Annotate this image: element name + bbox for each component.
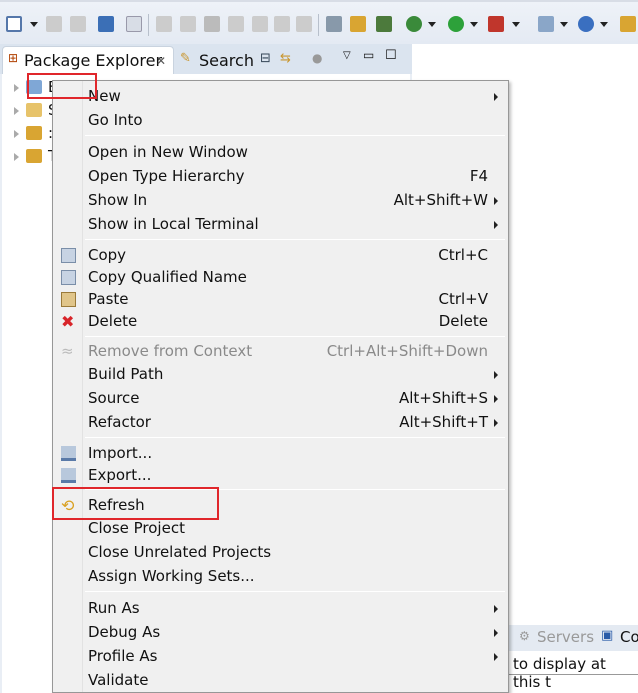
perspective-icon[interactable] (620, 16, 636, 32)
submenu-arrow-icon (494, 629, 498, 637)
menu-item-show-in-local-terminal[interactable]: Show in Local Terminal (53, 213, 508, 236)
maven-project-icon (26, 126, 42, 140)
skip-breakpoints-icon[interactable] (126, 16, 142, 32)
next-annotation-icon[interactable] (326, 16, 342, 32)
console-message: to display at this t (513, 655, 606, 691)
submenu-arrow-icon (494, 93, 498, 101)
prev-annotation-icon[interactable] (350, 16, 366, 32)
menu-item-remove-from-context: ≈ Remove from Context Ctrl+Alt+Shift+Down (61, 342, 488, 360)
menu-item-open-in-new-window[interactable]: Open in New Window (53, 141, 508, 164)
close-icon[interactable]: ✕ (156, 54, 166, 68)
minimize-icon[interactable]: ▭ (363, 48, 374, 62)
terminate-icon[interactable] (204, 16, 220, 32)
remove-context-icon: ≈ (61, 342, 74, 360)
package-explorer-icon: ⊞ (8, 51, 19, 65)
save-all-icon[interactable] (70, 16, 86, 32)
export-icon (61, 468, 76, 483)
paste-icon (61, 292, 76, 307)
save-icon[interactable] (46, 16, 62, 32)
resume-icon[interactable] (156, 16, 172, 32)
servers-icon: ⚙ (519, 629, 530, 643)
menu-item-new[interactable]: New (53, 85, 508, 108)
submenu-arrow-icon (494, 221, 498, 229)
menu-item-export[interactable]: Export... (53, 464, 508, 487)
menu-item-validate[interactable]: Validate (53, 669, 508, 692)
search-icon: ✎ (180, 51, 191, 66)
copy-icon (61, 248, 76, 263)
step-into-icon[interactable] (252, 16, 268, 32)
view-menu-icon[interactable]: ▽ (343, 50, 351, 61)
copy-qualified-icon (61, 270, 76, 285)
context-menu: New Go Into Open in New Window Open Type… (52, 80, 509, 693)
collapse-all-icon[interactable]: ⊟ (260, 51, 271, 66)
menu-item-close-project[interactable]: Close Project (53, 517, 508, 540)
suspend-icon[interactable] (180, 16, 196, 32)
coverage-icon[interactable] (488, 16, 504, 32)
submenu-arrow-icon (494, 605, 498, 613)
folder-icon (26, 103, 42, 117)
maven-project-icon (26, 149, 42, 163)
submenu-arrow-icon (494, 197, 498, 205)
bottom-tab-bar: ⚙ Servers ▣ Co (509, 625, 638, 651)
package-explorer-tab-label[interactable]: Package Explorer (24, 51, 162, 70)
menu-item-import[interactable]: Import... (53, 442, 508, 465)
console-icon[interactable] (98, 16, 114, 32)
step-over-icon[interactable] (274, 16, 290, 32)
new-server-icon[interactable] (538, 16, 554, 32)
menu-item-show-in[interactable]: Show In Alt+Shift+W (53, 189, 508, 212)
focus-icon[interactable]: ● (312, 51, 322, 65)
menu-item-assign-working-sets[interactable]: Assign Working Sets... (53, 565, 508, 588)
tab-servers[interactable]: Servers (537, 628, 594, 646)
menu-item-refactor[interactable]: Refactor Alt+Shift+T (53, 411, 508, 434)
tab-console[interactable]: Co (620, 628, 638, 646)
import-icon (61, 446, 76, 461)
menu-item-source[interactable]: Source Alt+Shift+S (53, 387, 508, 410)
run-icon[interactable] (448, 16, 464, 32)
spring-icon[interactable] (578, 16, 594, 32)
debug-icon[interactable] (406, 16, 422, 32)
menu-item-copy[interactable]: Copy Ctrl+C (53, 244, 508, 267)
menu-item-profile-as[interactable]: Profile As (53, 645, 508, 668)
menu-item-close-unrelated-projects[interactable]: Close Unrelated Projects (53, 541, 508, 564)
delete-icon: ✖ (61, 312, 75, 331)
external-tools-icon[interactable] (376, 16, 392, 32)
highlight-box-refresh (52, 487, 219, 520)
maximize-icon[interactable]: ☐ (385, 48, 397, 63)
new-wizard-icon[interactable] (6, 16, 22, 32)
menu-item-paste[interactable]: Paste Ctrl+V (53, 288, 508, 311)
disconnect-icon[interactable] (228, 16, 244, 32)
menu-item-debug-as[interactable]: Debug As (53, 621, 508, 644)
menu-item-go-into[interactable]: Go Into (53, 109, 508, 132)
link-editor-icon[interactable]: ⇆ (280, 51, 291, 66)
tab-search[interactable]: Search (199, 51, 254, 70)
menu-item-copy-qualified-name[interactable]: Copy Qualified Name (53, 266, 508, 289)
main-toolbar (0, 0, 638, 44)
submenu-arrow-icon (494, 419, 498, 427)
submenu-arrow-icon (494, 395, 498, 403)
console-icon: ▣ (601, 628, 614, 643)
step-return-icon[interactable] (296, 16, 312, 32)
highlight-box-project (27, 73, 97, 99)
menu-item-open-type-hierarchy[interactable]: Open Type Hierarchy F4 (53, 165, 508, 188)
submenu-arrow-icon (494, 371, 498, 379)
menu-item-run-as[interactable]: Run As (53, 597, 508, 620)
menu-item-build-path[interactable]: Build Path (53, 363, 508, 386)
submenu-arrow-icon (494, 653, 498, 661)
menu-item-delete[interactable]: ✖ Delete Delete (53, 310, 508, 333)
